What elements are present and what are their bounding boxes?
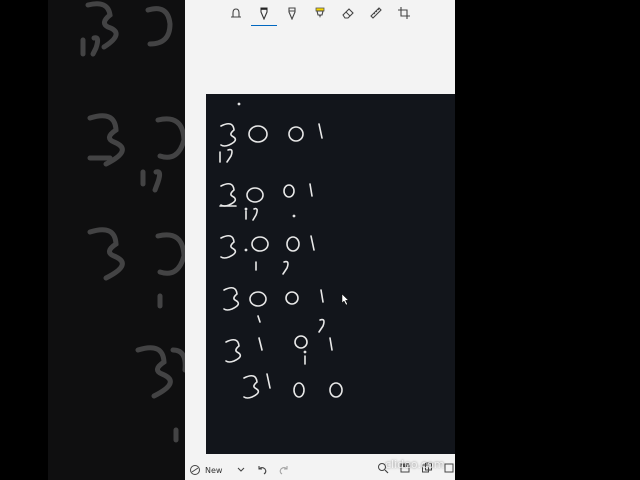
crop-tool[interactable] [395,4,413,22]
touch-writing-tool[interactable] [227,4,245,22]
eraser-tool[interactable] [339,4,357,22]
blurred-background-left [48,0,186,480]
ballpoint-pen-tool[interactable] [251,4,277,27]
watermark: clideo.com [385,458,445,471]
drawing-toolbar [185,0,455,27]
mouse-cursor-icon [341,293,350,306]
handwriting-canvas[interactable] [206,94,455,454]
new-board-icon [190,465,200,475]
redo-icon[interactable] [278,464,290,476]
new-button[interactable]: New [189,464,222,476]
undo-icon[interactable] [256,464,268,476]
ruler-tool[interactable] [367,4,385,22]
blurred-background-right [455,0,640,480]
new-button-label: New [205,465,223,475]
more-icon[interactable] [443,462,455,474]
touch-writing-icon [231,8,241,18]
crop-icon [398,7,410,19]
eraser-icon [342,8,354,19]
handwritten-strokes [219,102,350,399]
highlighter-icon [315,7,325,18]
ballpoint-pen-icon [260,7,268,20]
chevron-down-icon[interactable] [236,465,246,475]
pencil-icon [288,7,296,20]
highlighter-tool[interactable] [311,4,329,22]
pencil-tool[interactable] [283,4,301,22]
blurred-handwriting [80,1,186,443]
ruler-icon [370,7,382,19]
